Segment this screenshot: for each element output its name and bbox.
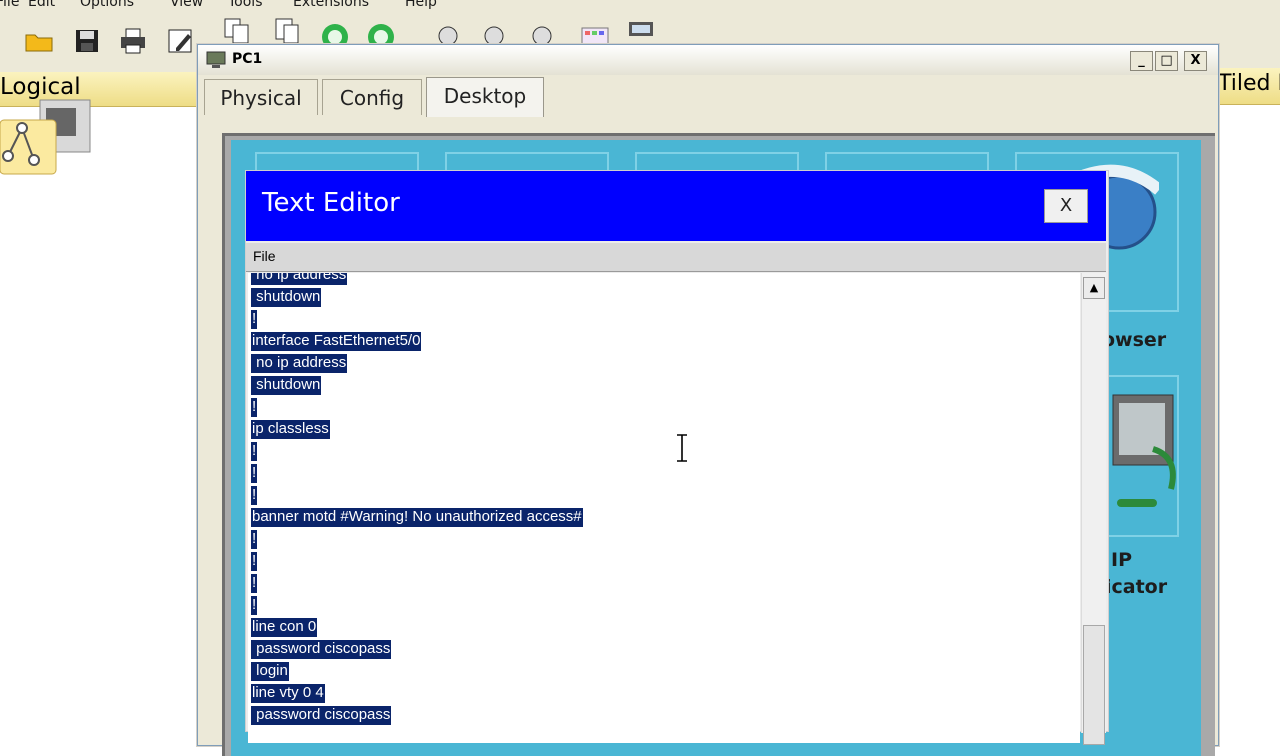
ip-communicator-label-2: icator [1105,576,1168,598]
paste-icon[interactable] [272,16,302,46]
tab-physical[interactable]: Physical [204,79,318,115]
print-icon[interactable] [118,26,148,56]
text-editor-menubar: File [246,243,1106,272]
ip-communicator-label-1: IP [1111,549,1132,571]
text-line: password ciscopass [251,706,392,725]
save-icon[interactable] [72,26,102,56]
scroll-thumb[interactable] [1083,625,1105,745]
menu-view[interactable]: View [170,0,203,10]
text-line: ! [251,530,258,549]
tab-desktop[interactable]: Desktop [426,77,544,117]
text-line: ! [251,596,258,615]
text-editor-textarea[interactable]: no ip address shutdown ! interface FastE… [248,273,1080,743]
text-line: ! [251,486,258,505]
close-button[interactable]: X [1184,51,1207,71]
copy-icon[interactable] [222,16,252,46]
folder-icon[interactable] [24,26,54,56]
text-editor-title: Text Editor [262,188,400,218]
text-line: ! [251,310,258,329]
text-line: login [251,662,289,681]
text-line: line con 0 [251,618,318,637]
text-line: no ip address [251,273,348,287]
vertical-scrollbar[interactable]: ▲ [1081,273,1106,745]
maximize-button[interactable]: □ [1155,51,1178,71]
text-editor-close-button[interactable]: X [1044,189,1088,223]
edit-icon[interactable] [166,26,196,56]
menu-help[interactable]: Help [405,0,437,10]
tiled-label[interactable]: Tiled E [1218,71,1280,96]
main-menubar: File Edit Options View Tools Extensions … [0,0,1280,12]
pc1-title: PC1 [232,51,263,67]
menu-edit[interactable]: Edit [28,0,55,10]
text-line: line vty 0 4 [251,684,325,703]
tab-config[interactable]: Config [322,79,422,115]
text-line: ! [251,574,258,593]
minimize-button[interactable]: _ [1130,51,1153,71]
menu-extensions[interactable]: Extensions [293,0,369,10]
text-line: ! [251,464,258,483]
file-menu[interactable]: File [253,248,276,264]
text-line: ! [251,442,258,461]
text-cursor-icon [677,434,687,462]
text-line: banner motd #Warning! No unauthorized ac… [251,508,583,527]
text-editor-titlebar[interactable]: Text Editor X [246,171,1106,241]
tiled-bar: Tiled E [1212,68,1280,105]
text-line: shutdown [251,376,322,395]
logical-workspace-label[interactable]: Logical [0,74,81,100]
text-line: ! [251,552,258,571]
text-line: ! [251,398,258,417]
web-browser-label: owser [1102,329,1167,351]
text-line: no ip address [251,354,348,373]
text-line: ip classless [251,420,330,439]
headset-icon [1112,394,1176,507]
pc1-titlebar[interactable]: PC1 _ □ X [198,45,1218,75]
cluster-icon[interactable] [0,98,92,176]
pc-icon [206,51,226,68]
ip-communicator-tile[interactable] [1105,375,1179,537]
menu-options[interactable]: Options [80,0,134,10]
text-line: interface FastEthernet5/0 [251,332,422,351]
menu-tools[interactable]: Tools [228,0,263,10]
text-line: password ciscopass [251,640,392,659]
text-line: shutdown [251,288,322,307]
scroll-up-arrow-icon[interactable]: ▲ [1083,277,1105,299]
menu-file[interactable]: File [0,0,19,10]
